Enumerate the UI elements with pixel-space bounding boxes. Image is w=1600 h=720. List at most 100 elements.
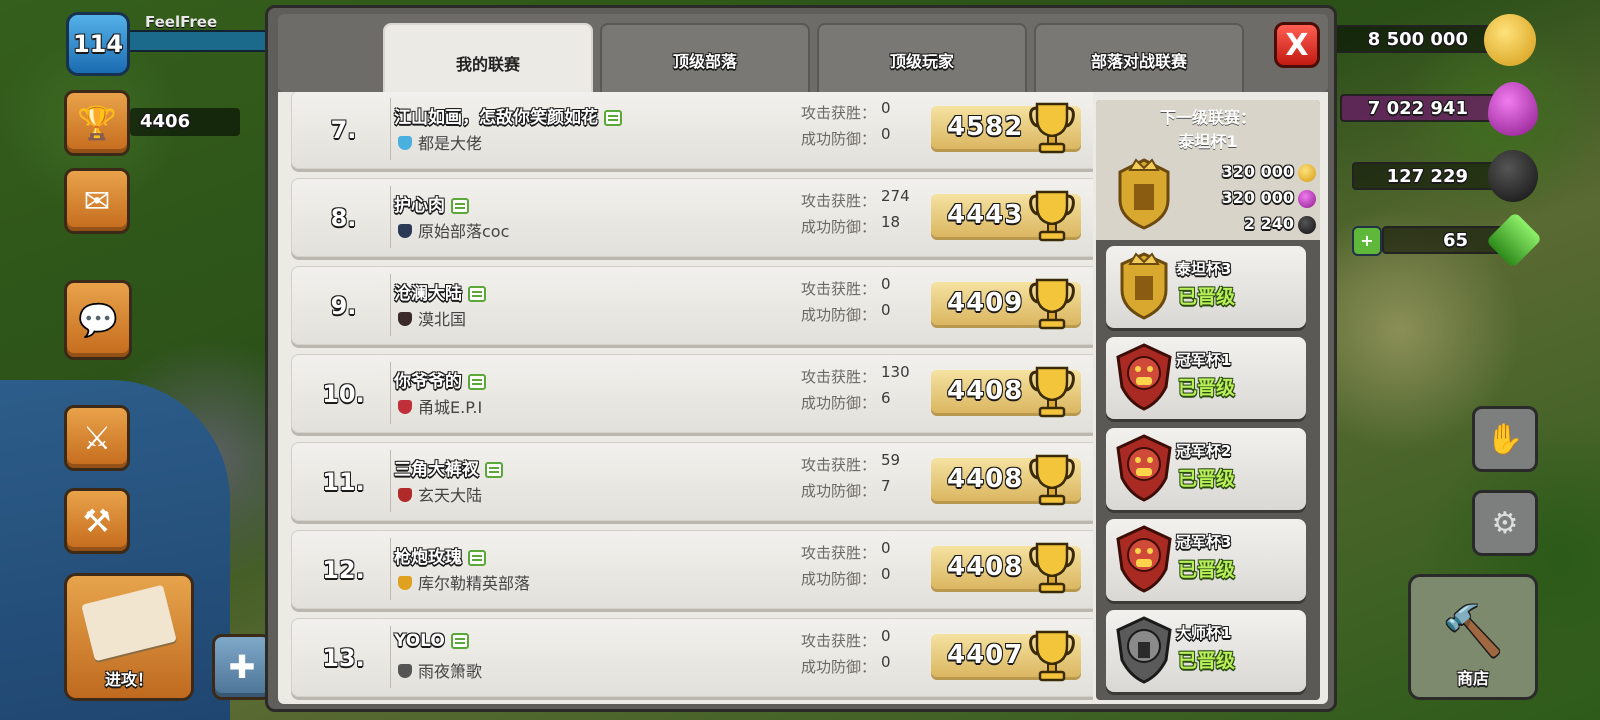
tab-my-league[interactable]: 我的联赛 — [383, 23, 593, 101]
tab-clan-war-league[interactable]: 部落对战联赛 — [1034, 23, 1244, 95]
promoted-status: 已晋级 — [1178, 559, 1236, 581]
clan-badge-icon — [398, 576, 412, 590]
player-name[interactable]: YOLO — [394, 631, 469, 651]
reward-elixir: 320 000 — [1221, 188, 1294, 207]
attack-wins-value: 130 — [881, 363, 910, 381]
league-entry[interactable]: 大师杯1 已晋级 — [1106, 610, 1306, 692]
attack-wins-label: 攻击获胜： — [801, 456, 877, 474]
champion-league-icon — [1112, 432, 1176, 508]
clan-badge-icon — [398, 488, 412, 502]
dark-elixir-icon — [1488, 150, 1538, 202]
league-name: 大师杯1 — [1176, 624, 1232, 642]
defense-wins-label: 成功防御： — [801, 570, 877, 588]
attack-button[interactable]: 进攻！ — [64, 573, 194, 701]
row-divider — [390, 274, 391, 336]
league-entry[interactable]: 泰坦杯3 已晋级 — [1106, 246, 1306, 328]
chat-icon[interactable]: 💬 — [64, 280, 132, 360]
chat-icon[interactable] — [468, 286, 486, 302]
player-row[interactable]: 10. 你爷爷的 甬城E.P.I 攻击获胜： 130 成功防御： 6 4408 — [291, 354, 1093, 433]
trophy-count: 4407 — [947, 640, 1024, 670]
attack-label: 进攻！ — [104, 670, 153, 689]
elixir-icon — [1298, 190, 1316, 208]
war-swords-icon[interactable]: ⚔ — [64, 405, 130, 471]
player-name[interactable]: 沧澜大陆 — [394, 279, 486, 304]
trophy-count-box: 4407 — [931, 630, 1081, 682]
chat-icon[interactable] — [485, 462, 503, 478]
chat-icon[interactable] — [468, 374, 486, 390]
clan-badge-icon — [398, 136, 412, 150]
player-row[interactable]: 13. YOLO 雨夜箫歌 攻击获胜： 0 成功防御： 0 4407 — [291, 618, 1093, 697]
league-side-panel: 下一级联赛： 泰坦杯1 320 000 320 000 2 240 泰坦杯3 已晋… — [1096, 100, 1320, 700]
ranking-list[interactable]: 7. 江山如画，怎敌你笑颜如花 都是大佬 攻击获胜： 0 成功防御： 0 4582 8. 护心肉原… — [278, 92, 1093, 704]
league-entry[interactable]: 冠军杯1 已晋级 — [1106, 337, 1306, 419]
league-name: 冠军杯2 — [1176, 442, 1232, 460]
clan-name[interactable]: 原始部落coc — [398, 218, 509, 242]
trophy-icon — [1029, 278, 1075, 330]
player-name[interactable]: 枪炮玫瑰 — [394, 543, 486, 568]
builder-icon[interactable]: ⚒ — [64, 488, 130, 554]
content-panel: 7. 江山如画，怎敌你笑颜如花 都是大佬 攻击获胜： 0 成功防御： 0 4582 8. 护心肉原… — [278, 92, 1328, 704]
promoted-status: 已晋级 — [1178, 377, 1236, 399]
trophy-count: 4408 — [947, 552, 1024, 582]
clan-name[interactable]: 甬城E.P.I — [398, 394, 482, 418]
tab-top-clans[interactable]: 顶级部落 — [600, 23, 810, 95]
player-name[interactable]: 你爷爷的 — [394, 367, 486, 392]
clan-name[interactable]: 雨夜箫歌 — [398, 658, 482, 682]
trophy-count-box: 4408 — [931, 366, 1081, 418]
player-row[interactable]: 8. 护心肉 原始部落coc 攻击获胜： 274 成功防御： 18 4443 — [291, 178, 1093, 257]
row-divider — [390, 98, 391, 160]
row-divider — [390, 538, 391, 600]
player-row[interactable]: 12. 枪炮玫瑰 库尔勒精英部落 攻击获胜： 0 成功防御： 0 4408 — [291, 530, 1093, 609]
chat-icon[interactable] — [451, 198, 469, 214]
settings-gear-icon[interactable]: ⚙ — [1472, 490, 1538, 556]
league-entry[interactable]: 冠军杯3 已晋级 — [1106, 519, 1306, 601]
defense-wins-value: 0 — [881, 565, 891, 583]
trophy-count-box: 4409 — [931, 278, 1081, 330]
player-trophies: 4406 — [130, 108, 240, 136]
clan-name[interactable]: 漠北国 — [398, 306, 466, 330]
player-level-badge[interactable]: 114 — [66, 12, 130, 76]
clan-name[interactable]: 库尔勒精英部落 — [398, 570, 530, 594]
attack-wins-label: 攻击获胜： — [801, 104, 877, 122]
shield-icon[interactable]: ✚ — [212, 634, 272, 700]
shop-button[interactable]: 🔨 商店 — [1408, 574, 1538, 700]
chat-icon[interactable] — [450, 633, 469, 649]
player-row[interactable]: 11. 三角大裤衩 玄天大陆 攻击获胜： 59 成功防御： 7 4408 — [291, 442, 1093, 521]
row-divider — [390, 186, 391, 248]
gem-icon — [1485, 211, 1543, 269]
defense-wins-value: 0 — [881, 653, 891, 671]
clan-badge-icon — [398, 224, 412, 238]
attack-wins-value: 59 — [881, 451, 901, 469]
gold-amount: 8 500 000 — [1367, 29, 1468, 50]
player-name[interactable]: 护心肉 — [394, 191, 469, 216]
close-button[interactable]: X — [1274, 22, 1320, 68]
trophy-icon[interactable]: 🏆 — [64, 90, 130, 156]
league-entry[interactable]: 冠军杯2 已晋级 — [1106, 428, 1306, 510]
player-name[interactable]: 江山如画，怎敌你笑颜如花 — [394, 103, 622, 128]
rank-number: 11. — [322, 467, 365, 496]
player-name[interactable]: 三角大裤衩 — [394, 455, 503, 480]
trophy-icon — [1029, 102, 1075, 154]
player-row[interactable]: 7. 江山如画，怎敌你笑颜如花 都是大佬 攻击获胜： 0 成功防御： 0 4582 — [291, 92, 1093, 169]
rank-number: 8. — [330, 203, 357, 232]
league-name: 冠军杯3 — [1176, 533, 1232, 551]
trophy-count: 4408 — [947, 376, 1024, 406]
clan-name[interactable]: 玄天大陆 — [398, 482, 482, 506]
reward-dark-elixir: 2 240 — [1243, 214, 1294, 233]
row-divider — [390, 626, 391, 688]
xp-bar — [130, 30, 270, 52]
mail-icon[interactable]: ✉ — [64, 168, 130, 234]
chat-icon[interactable] — [468, 550, 486, 566]
chat-icon[interactable] — [604, 110, 622, 126]
promoted-status: 已晋级 — [1178, 286, 1236, 308]
add-gems-button[interactable]: + — [1352, 226, 1382, 256]
clan-badge-icon — [398, 312, 412, 326]
move-icon[interactable]: ✋ — [1472, 406, 1538, 472]
defense-wins-label: 成功防御： — [801, 394, 877, 412]
defense-wins-value: 18 — [881, 213, 901, 231]
player-row[interactable]: 9. 沧澜大陆 漠北国 攻击获胜： 0 成功防御： 0 4409 — [291, 266, 1093, 345]
clan-name[interactable]: 都是大佬 — [398, 130, 482, 154]
gold-icon — [1484, 14, 1536, 66]
master-league-icon — [1112, 614, 1176, 690]
tab-top-players[interactable]: 顶级玩家 — [817, 23, 1027, 95]
